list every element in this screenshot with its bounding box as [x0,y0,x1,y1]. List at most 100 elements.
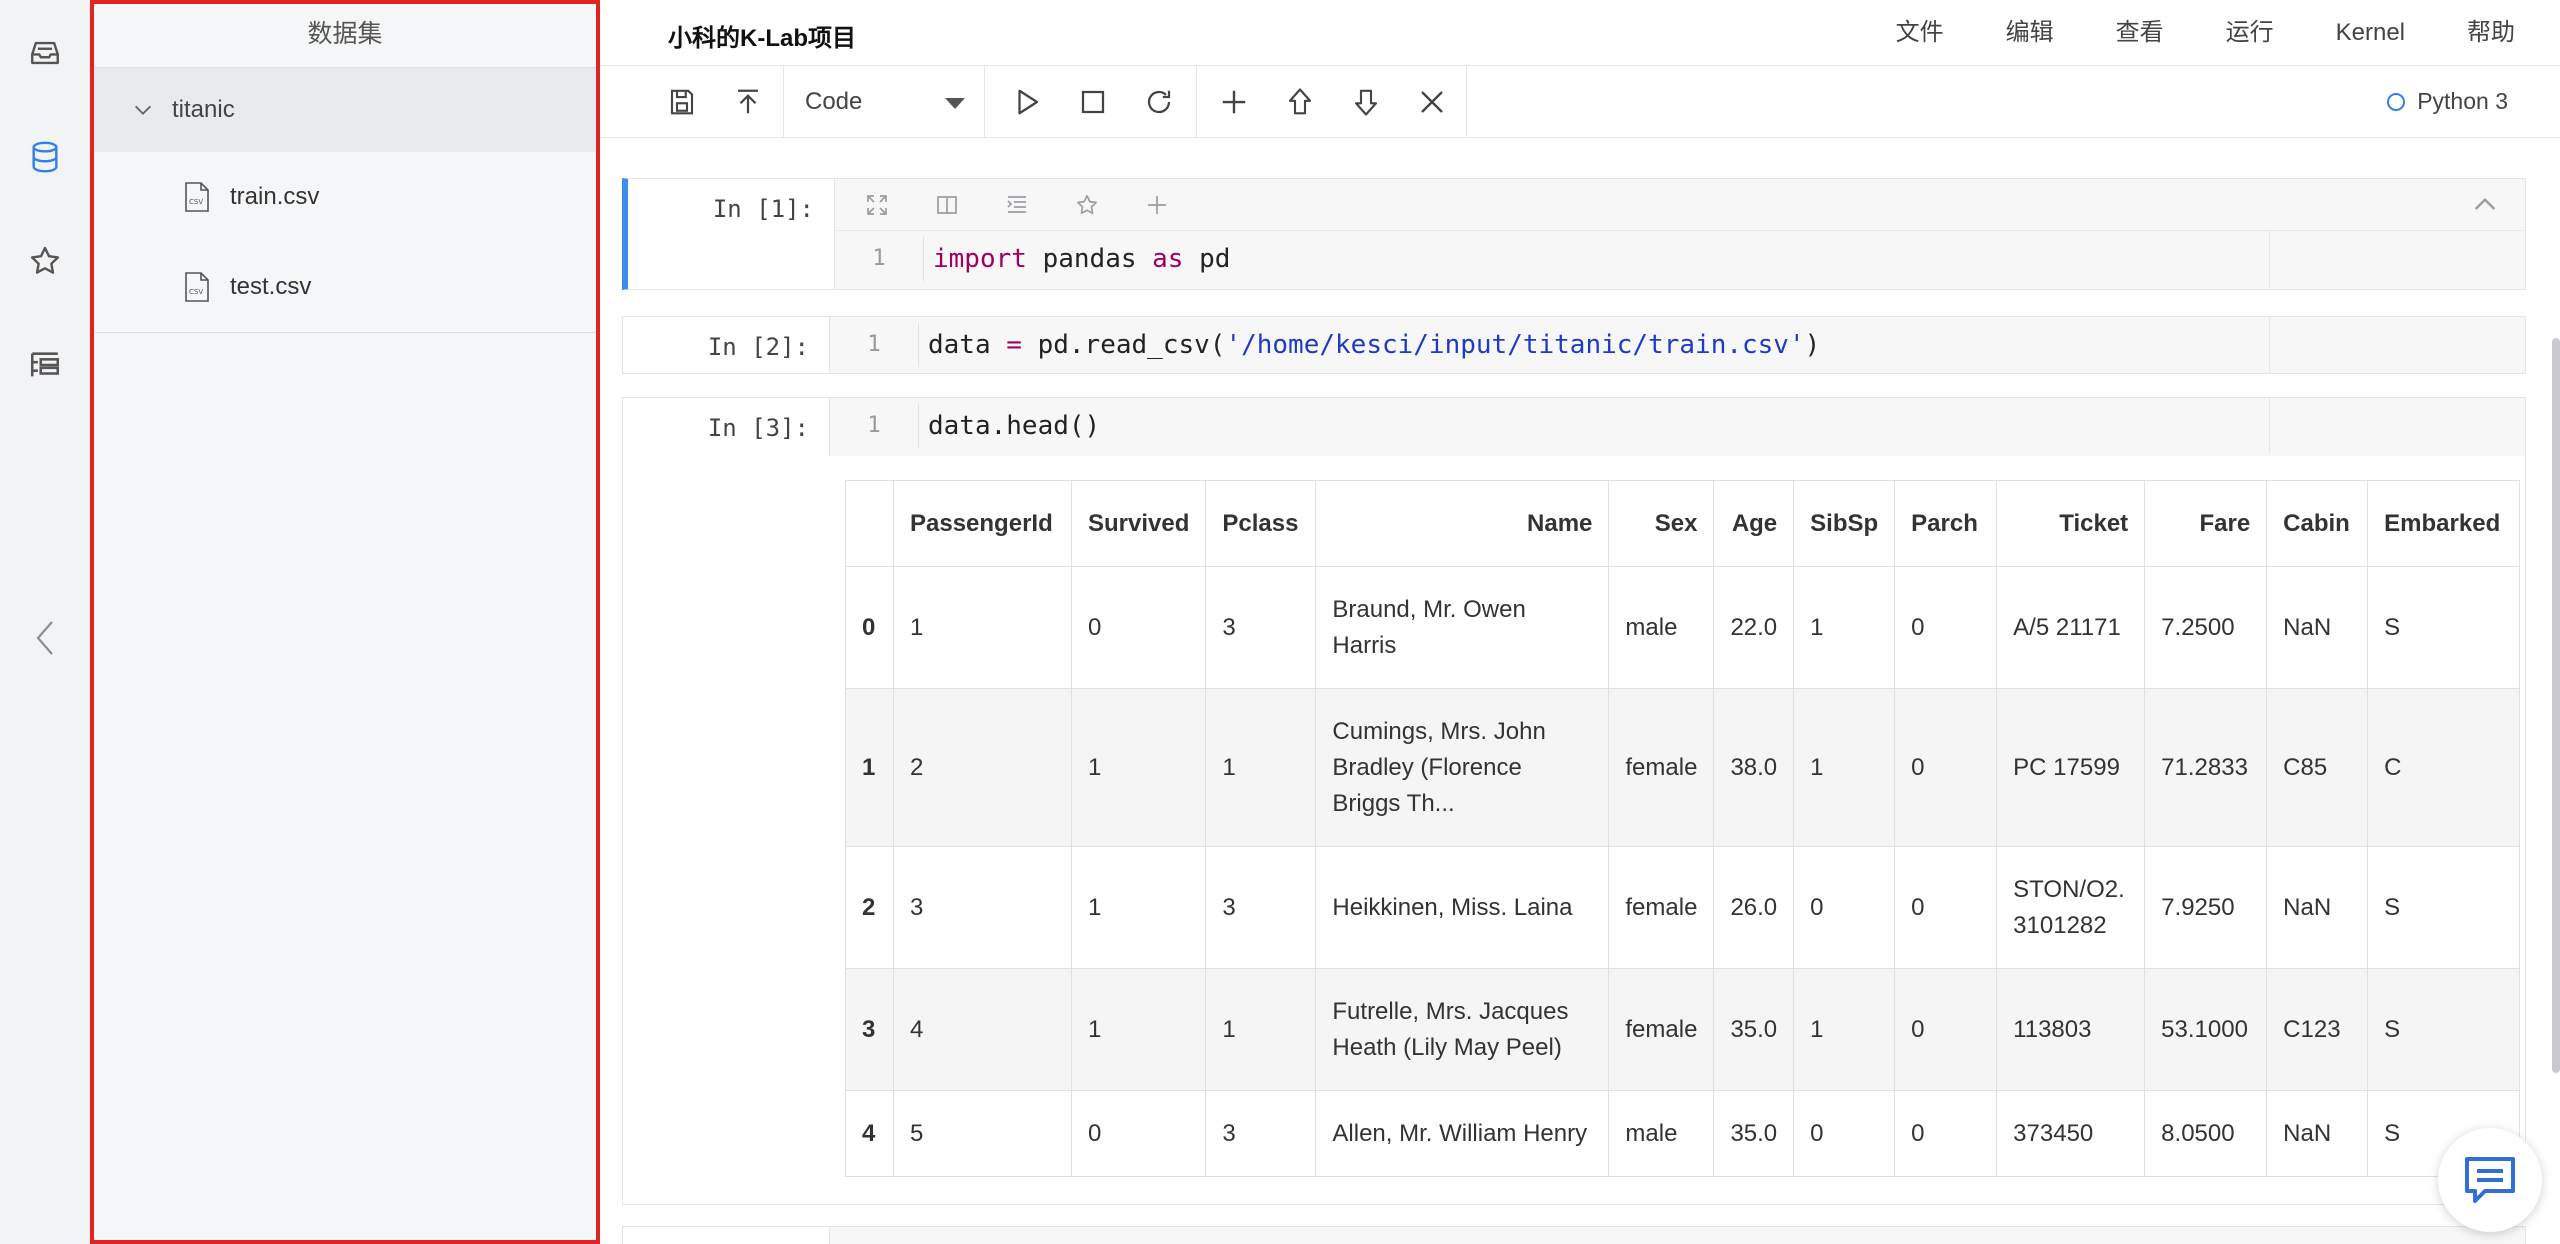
column-header: Name [1315,480,1610,567]
chat-icon [2465,1157,2515,1203]
table-cell: male [1608,1090,1715,1177]
table-cell: 7.9250 [2144,846,2268,969]
table-cell: 7.2500 [2144,566,2268,689]
code-cell[interactable]: In [1]: 1 import pandas as pd [622,178,2526,290]
menu-file[interactable]: 文件 [1896,0,1944,66]
rail-item-inbox[interactable] [20,28,70,78]
table-cell: S [2367,846,2521,969]
tree-file-test-csv[interactable]: CSV test.csv [94,242,596,332]
favorite-cell-button[interactable] [1065,185,1109,225]
move-down-button[interactable] [1344,80,1388,124]
delete-cell-button[interactable] [1410,80,1454,124]
split-view-button[interactable] [925,185,969,225]
cell-prompt: In [2]: [707,333,809,361]
code-token: ) [1804,330,1821,360]
toolbar-divider [1466,66,1467,138]
star-icon [1077,194,1097,214]
toolbar-divider [1196,66,1197,138]
cell-editor[interactable]: 1 data.head() [829,398,2525,456]
stop-button[interactable] [1071,80,1115,124]
table-cell: C [2367,688,2521,847]
cell-prompt: In [1]: [712,195,814,223]
insert-cell-button[interactable] [1135,185,1179,225]
code-token: pd.read_csv( [1021,330,1226,360]
table-cell: 3 [1205,846,1317,969]
table-row: 3 4 1 1 Futrelle, Mrs. Jacques Heath (Li… [845,968,2521,1091]
table-cell: female [1608,968,1715,1091]
table-cell: Heikkinen, Miss. Laina [1315,846,1610,969]
add-icon [1148,195,1166,214]
table-cell: 0 [1070,566,1207,689]
move-up-button[interactable] [1278,80,1322,124]
run-button[interactable] [1005,80,1049,124]
cell-editor[interactable] [829,1227,2525,1244]
chevron-down-icon [135,105,151,115]
table-cell: 38.0 [1713,688,1795,847]
table-cell: 1 [1070,968,1207,1091]
table-cell: NaN [2266,846,2369,969]
cell-type-select[interactable]: Code [805,80,965,124]
code-cell[interactable]: In [3]: 1 data.head() PassengerId Surviv… [622,397,2526,1205]
table-cell: 113803 [1996,968,2146,1091]
folder-label: titanic [172,96,235,123]
tree-folder-titanic[interactable]: titanic [94,68,596,152]
row-index: 4 [845,1090,894,1177]
menu-kernel[interactable]: Kernel [2336,0,2405,66]
chevron-up-icon[interactable] [2469,189,2501,221]
column-header: Parch [1894,480,1998,567]
move-down-icon [1354,89,1378,116]
chevron-left-icon[interactable] [30,618,60,658]
tree-file-train-csv[interactable]: CSV train.csv [94,152,596,242]
kernel-status[interactable]: Python 3 [2387,88,2508,115]
cell-editor[interactable]: 1 data = pd.read_csv('/home/kesci/input/… [829,317,2525,373]
table-cell: C85 [2266,688,2369,847]
gutter-divider [918,323,919,367]
table-cell: 22.0 [1713,566,1795,689]
indent-button[interactable] [995,185,1039,225]
table-cell: 53.1000 [2144,968,2268,1091]
menubar: 小科的K-Lab项目 文件 编辑 查看 运行 Kernel 帮助 [600,0,2560,66]
star-icon [30,246,60,274]
table-cell: male [1608,566,1715,689]
notebook-toolbar: Code Python 3 [600,66,2560,138]
column-header: SibSp [1793,480,1896,567]
table-cell: 1 [1205,968,1317,1091]
code-keyword: as [1152,244,1184,274]
rail-item-favorites[interactable] [20,236,70,286]
table-cell: 3 [1205,1090,1317,1177]
file-label: test.csv [230,273,312,300]
code-line: 1 data = pd.read_csv('/home/kesci/input/… [830,317,2525,373]
table-cell: S [2367,968,2521,1091]
expand-cell-button[interactable] [855,185,899,225]
main-menu: 文件 编辑 查看 运行 Kernel 帮助 [1834,0,2515,66]
vertical-scrollbar[interactable] [2552,338,2560,1073]
chat-support-button[interactable] [2438,1128,2542,1232]
menu-view[interactable]: 查看 [2116,0,2164,66]
code-token: pd [1183,244,1231,274]
menu-run[interactable]: 运行 [2226,0,2274,66]
table-cell: NaN [2266,1090,2369,1177]
table-cell: 26.0 [1713,846,1795,969]
rail-item-outline[interactable] [20,340,70,390]
add-cell-button[interactable] [1212,80,1256,124]
save-button[interactable] [660,80,704,124]
table-cell: female [1608,688,1715,847]
code-cell[interactable] [622,1226,2526,1244]
upload-button[interactable] [726,80,770,124]
delete-icon [1421,91,1443,113]
code-cell[interactable]: In [2]: 1 data = pd.read_csv('/home/kesc… [622,316,2526,374]
save-icon [670,89,694,115]
menu-help[interactable]: 帮助 [2467,0,2515,66]
rail-item-datasets[interactable] [20,132,70,182]
table-cell: 35.0 [1713,968,1795,1091]
table-row: 1 2 1 1 Cumings, Mrs. John Bradley (Flor… [845,688,2521,847]
cell-output: PassengerId Survived Pclass Name Sex Age… [845,480,2521,1177]
cell-editor[interactable]: 1 import pandas as pd [834,179,2525,289]
column-header [845,480,894,567]
csv-file-icon: CSV [185,272,209,302]
restart-button[interactable] [1137,80,1181,124]
line-number: 1 [867,332,881,357]
line-number: 1 [872,246,886,271]
menu-edit[interactable]: 编辑 [2006,0,2054,66]
file-label: train.csv [230,183,320,210]
